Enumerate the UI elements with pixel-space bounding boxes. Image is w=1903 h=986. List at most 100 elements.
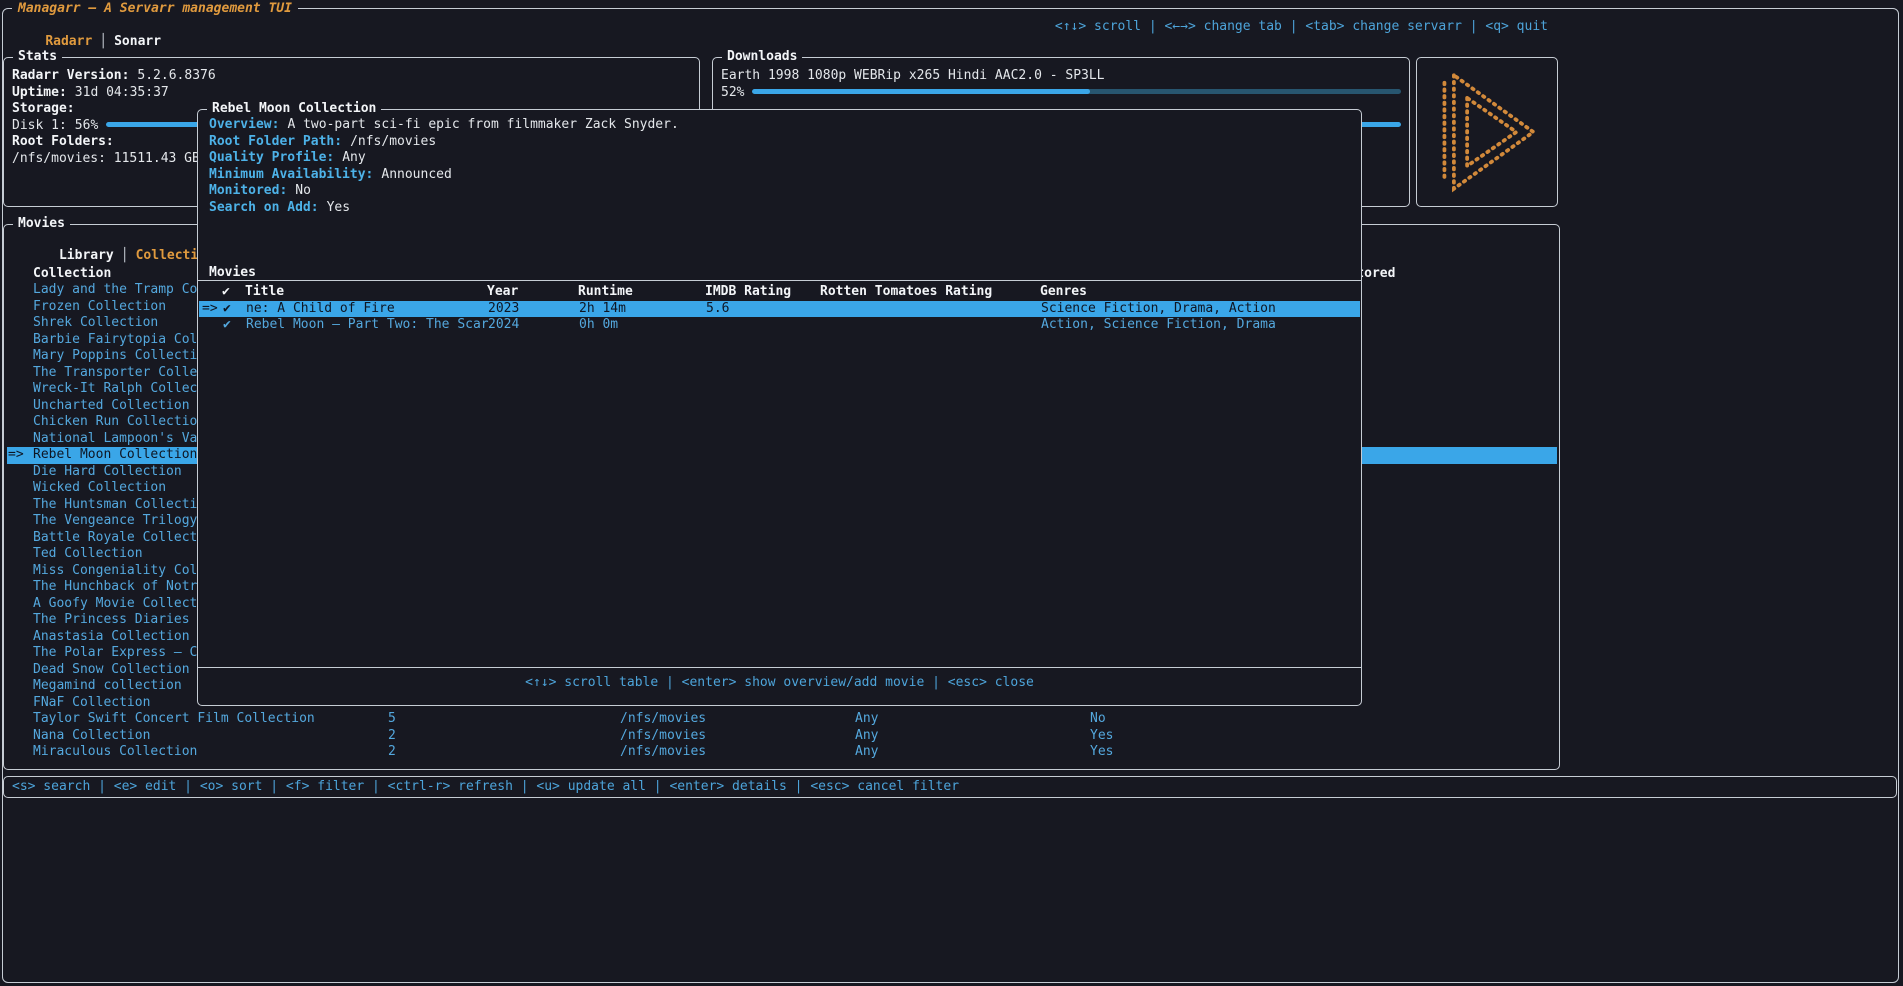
modal-movies-table-header: ✔ Title Year Runtime IMDB Rating Rotten … xyxy=(198,284,1361,301)
header-check: ✔ xyxy=(222,284,230,299)
collection-name: Wicked Collection xyxy=(33,480,166,497)
collection-name: The Huntsman Collecti xyxy=(33,497,197,514)
modal-keybindings: <↑↓> scroll table | <enter> show overvie… xyxy=(198,675,1361,690)
movie-row-selected[interactable]: => ✔ ne: A Child of Fire 2023 2h 14m 5.6 Scien… xyxy=(199,301,1360,318)
header-year: Year xyxy=(487,284,518,299)
collection-cell: /nfs/movies xyxy=(620,728,706,745)
tab-separator: │ xyxy=(92,34,114,49)
app-title: Managarr — A Servarr management TUI xyxy=(12,1,298,16)
collection-name: Rebel Moon Collection xyxy=(33,447,197,464)
collection-row[interactable]: Miraculous Collection 2/nfs/movies Any Yes xyxy=(7,744,1557,761)
header-rotten-tomatoes: Rotten Tomatoes Rating xyxy=(820,284,992,299)
modal-field-search-on-add: Search on Add:Yes xyxy=(209,200,350,217)
movie-check: ✔ xyxy=(223,317,231,334)
movie-runtime: 2h 14m xyxy=(579,301,626,318)
collection-name: Wreck-It Ralph Collec xyxy=(33,381,197,398)
stats-panel-title: Stats xyxy=(13,49,62,64)
collection-cell: Any xyxy=(855,744,878,761)
collection-name: The Transporter Colle xyxy=(33,365,197,382)
selection-arrow: => xyxy=(202,301,218,318)
collection-name: Lady and the Tramp Co xyxy=(33,282,197,299)
top-keybindings: <↑↓> scroll | <←→> change tab | <tab> ch… xyxy=(1055,19,1548,34)
collection-name: FNaF Collection xyxy=(33,695,150,712)
collection-details-modal: Rebel Moon Collection Overview:A two-par… xyxy=(197,109,1362,706)
collection-name: Megamind collection xyxy=(33,678,182,695)
logo-panel xyxy=(1416,57,1558,207)
collection-name: Battle Royale Collect xyxy=(33,530,197,547)
collection-name: Chicken Run Collectio xyxy=(33,414,197,431)
download-title: Earth 1998 1080p WEBRip x265 Hindi AAC2.… xyxy=(721,68,1105,85)
modal-movies-section-title: Movies xyxy=(209,265,256,280)
collection-name: Dead Snow Collection xyxy=(33,662,190,679)
download-gauge-track xyxy=(752,89,1401,94)
root-folder-size: /nfs/movies: 11511.43 GB xyxy=(12,151,200,168)
tab-sonarr[interactable]: Sonarr xyxy=(114,34,161,49)
modal-field-root-folder: Root Folder Path:/nfs/movies xyxy=(209,134,436,151)
modal-field-overview: Overview:A two-part sci-fi epic from fil… xyxy=(209,117,679,134)
collection-row[interactable]: Taylor Swift Concert Film Collection 5/nf… xyxy=(7,711,1557,728)
root-folders-label: Root Folders: xyxy=(12,134,114,151)
collection-cell: 2 xyxy=(388,728,396,745)
collection-name: The Princess Diaries xyxy=(33,612,190,629)
collection-cell: Any xyxy=(855,728,878,745)
download-gauge: 52% xyxy=(721,85,1401,102)
collection-cell: 2 xyxy=(388,744,396,761)
collection-cell: No xyxy=(1090,711,1106,728)
collection-name: Uncharted Collection xyxy=(33,398,190,415)
bottom-keybindings: <s> search | <e> edit | <o> sort | <f> f… xyxy=(4,777,1896,796)
tab-library[interactable]: Library xyxy=(59,248,114,263)
movie-imdb: 5.6 xyxy=(706,301,729,318)
collection-name: Shrek Collection xyxy=(33,315,158,332)
collection-cell: Yes xyxy=(1090,744,1113,761)
header-genres: Genres xyxy=(1040,284,1087,299)
movie-title: ne: A Child of Fire xyxy=(246,301,395,318)
collection-name: Die Hard Collection xyxy=(33,464,182,481)
movie-runtime: 0h 0m xyxy=(579,317,618,334)
tab-radarr[interactable]: Radarr xyxy=(45,34,92,49)
collection-name: Ted Collection xyxy=(33,546,143,563)
header-title: Title xyxy=(245,284,284,299)
collection-name: Miraculous Collection xyxy=(33,744,197,761)
collection-name: Nana Collection xyxy=(33,728,150,745)
collection-name: Miss Congeniality Col xyxy=(33,563,197,580)
movie-row[interactable]: ✔ Rebel Moon – Part Two: The Scar2024 0h 0… xyxy=(199,317,1360,334)
collection-cell: Yes xyxy=(1090,728,1113,745)
modal-title: Rebel Moon Collection xyxy=(207,101,381,116)
movie-genres: Science Fiction, Drama, Action xyxy=(1041,301,1276,318)
uptime: Uptime:31d 04:35:37 xyxy=(12,85,169,102)
header-imdb-rating: IMDB Rating xyxy=(705,284,791,299)
collection-cell: Any xyxy=(855,711,878,728)
header-runtime: Runtime xyxy=(578,284,633,299)
movie-title: Rebel Moon – Part Two: The Scar xyxy=(246,317,489,334)
collection-name: Mary Poppins Collecti xyxy=(33,348,197,365)
collection-row[interactable]: Nana Collection 2/nfs/movies Any Yes xyxy=(7,728,1557,745)
modal-field-quality-profile: Quality Profile:Any xyxy=(209,150,366,167)
collection-name: The Hunchback of Notr xyxy=(33,579,197,596)
modal-table-bottom-rule xyxy=(198,667,1361,668)
modal-table-top-rule xyxy=(198,280,1361,281)
collection-cell: /nfs/movies xyxy=(620,744,706,761)
collection-name: The Vengeance Trilogy xyxy=(33,513,197,530)
modal-field-min-availability: Minimum Availability:Announced xyxy=(209,167,452,184)
collection-name: Taylor Swift Concert Film Collection xyxy=(33,711,315,728)
movie-genres: Action, Science Fiction, Drama xyxy=(1041,317,1276,334)
downloads-panel-title: Downloads xyxy=(722,49,802,64)
selection-arrow: => xyxy=(8,447,24,464)
radarr-version: Radarr Version:5.2.6.8376 xyxy=(12,68,216,85)
header-collection: Collection xyxy=(33,266,111,281)
collection-cell: 5 xyxy=(388,711,396,728)
collection-name: Barbie Fairytopia Col xyxy=(33,332,197,349)
movies-panel-title: Movies xyxy=(13,216,70,231)
movies-tab-separator: │ xyxy=(114,248,136,263)
modal-field-monitored: Monitored:No xyxy=(209,183,311,200)
managarr-logo-icon xyxy=(1424,62,1550,202)
collection-cell: /nfs/movies xyxy=(620,711,706,728)
movie-year: 2024 xyxy=(488,317,519,334)
movie-check: ✔ xyxy=(223,301,231,318)
managarr-app: Managarr — A Servarr management TUI Rada… xyxy=(0,0,1903,986)
collection-name: The Polar Express – C xyxy=(33,645,197,662)
collection-name: Frozen Collection xyxy=(33,299,166,316)
movie-year: 2023 xyxy=(488,301,519,318)
collection-name: Anastasia Collection xyxy=(33,629,190,646)
bottom-keybindings-bar: <s> search | <e> edit | <o> sort | <f> f… xyxy=(3,776,1897,798)
